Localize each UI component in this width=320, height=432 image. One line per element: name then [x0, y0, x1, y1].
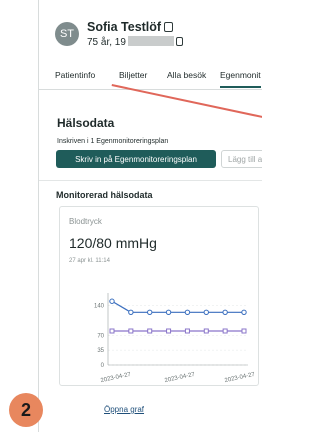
data-point [203, 328, 209, 334]
patient-name-text: Sofia Testlöf [87, 20, 162, 34]
metric-name: Blodtryck [69, 217, 102, 226]
blood-pressure-card[interactable]: Blodtryck 120/80 mmHg 27 apr kl. 11:14 1… [59, 206, 259, 386]
redacted-block [127, 36, 174, 46]
data-point [165, 309, 172, 315]
y-tick-label: 0 [101, 363, 105, 369]
data-point [222, 309, 228, 315]
data-point [184, 309, 191, 315]
data-point [128, 328, 134, 334]
copy-icon[interactable] [164, 22, 174, 32]
data-point [128, 309, 134, 315]
tab-patientinfo[interactable]: Patientinfo [55, 70, 95, 80]
data-point [109, 298, 115, 304]
data-point [241, 328, 247, 334]
data-point [109, 328, 115, 334]
patient-header: ST Sofia Testlöf 75 år, 19 [39, 0, 262, 54]
tab-alla-besok[interactable]: Alla besök [167, 70, 206, 80]
y-tick-label: 140 [94, 304, 105, 310]
y-tick-label: 70 [97, 333, 104, 339]
data-point [147, 309, 153, 315]
data-point [184, 328, 190, 334]
add-button[interactable]: Lägg till ak [221, 150, 262, 168]
divider [39, 180, 262, 181]
patient-age: 75 år, 19 [87, 36, 183, 48]
y-tick-label: 35 [97, 348, 104, 354]
metric-value: 120/80 mmHg [69, 235, 157, 251]
patient-panel: ST Sofia Testlöf 75 år, 19 Patientinfo B… [38, 0, 262, 432]
metric-timestamp: 27 apr kl. 11:14 [69, 258, 110, 264]
patient-name: Sofia Testlöf [87, 20, 174, 34]
data-point [166, 328, 172, 334]
data-point [203, 309, 209, 315]
step-marker-badge: 2 [9, 393, 43, 427]
data-point [222, 328, 228, 334]
x-tick-label: 2023-04-27 [224, 372, 256, 384]
data-point [147, 328, 153, 334]
open-graph-link[interactable]: Öppna graf [104, 405, 144, 414]
page-title: Hälsodata [57, 116, 115, 130]
patient-age-text: 75 år, 19 [87, 37, 126, 48]
data-point [241, 309, 247, 315]
x-tick-label: 2023-04-27 [164, 372, 196, 384]
x-tick-label: 2023-04-27 [100, 372, 132, 384]
tab-biljetter[interactable]: Biljetter [119, 70, 147, 80]
monitored-health-title: Monitorerad hälsodata [56, 190, 153, 200]
tab-egenmonitorering[interactable]: Egenmonit [220, 70, 261, 88]
blood-pressure-chart: 140 70 35 0 2023-04-27 2023-04-27 2023-04-27 [94, 293, 256, 384]
tab-bar: Patientinfo Biljetter Alla besök Egenmon… [39, 62, 262, 90]
copy-icon[interactable] [175, 37, 183, 46]
annotation-arrow [111, 84, 262, 128]
enroll-plan-button[interactable]: Skriv in på Egenmonitoreringsplan [56, 150, 216, 168]
enrollment-status: Inskriven i 1 Egenmonitoreringsplan [57, 138, 169, 145]
avatar: ST [55, 22, 79, 46]
